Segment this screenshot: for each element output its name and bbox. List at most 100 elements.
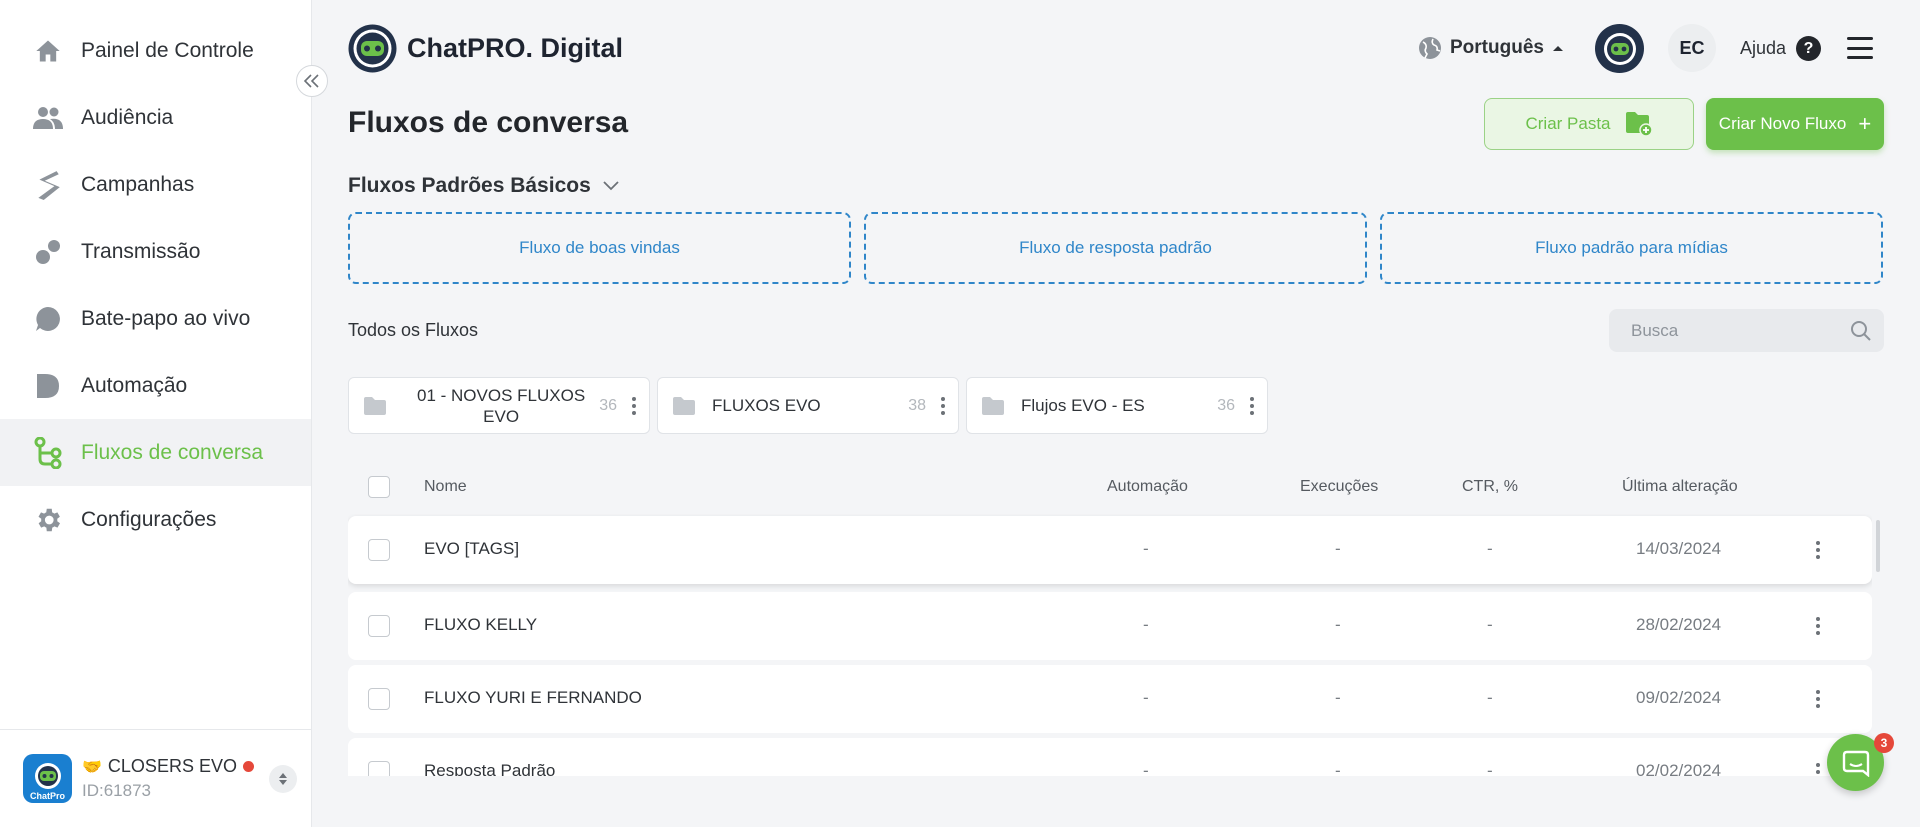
flow-executions: - — [1335, 539, 1341, 558]
sidebar-item-live-chat[interactable]: Bate-papo ao vivo — [0, 285, 311, 352]
folder-plus-icon — [1625, 112, 1653, 137]
plus-icon: + — [1858, 111, 1872, 136]
folder-count: 36 — [599, 396, 617, 414]
table-row[interactable]: FLUXO KELLY - - - 28/02/2024 — [348, 592, 1872, 660]
language-selector[interactable]: Português — [1418, 36, 1564, 60]
flow-name: FLUXO YURI E FERNANDO — [424, 688, 642, 707]
flow-automation: - — [1143, 615, 1149, 634]
column-executions[interactable]: Execuções — [1300, 478, 1378, 496]
flow-ctr: - — [1487, 539, 1493, 558]
column-automation[interactable]: Automação — [1107, 478, 1188, 496]
folder-name: 01 - NOVOS FLUXOS EVO — [417, 385, 586, 426]
more-vertical-icon[interactable] — [1815, 690, 1821, 708]
more-vertical-icon[interactable] — [1249, 396, 1255, 415]
table-row[interactable]: EVO [TAGS] - - - 14/03/2024 — [348, 516, 1872, 584]
help-link[interactable]: Ajuda ? — [1740, 36, 1822, 61]
chevron-up-down-icon[interactable] — [269, 765, 297, 793]
home-icon — [33, 36, 63, 66]
sidebar-item-label: Automação — [81, 373, 188, 397]
menu-icon[interactable] — [1847, 37, 1873, 59]
create-flow-label: Criar Novo Fluxo — [1718, 114, 1847, 133]
sidebar-item-broadcast[interactable]: Transmissão — [0, 218, 311, 285]
users-icon — [33, 103, 63, 133]
basic-flows-toggle[interactable]: Fluxos Padrões Básicos — [348, 174, 619, 198]
more-vertical-icon[interactable] — [940, 396, 946, 415]
more-vertical-icon[interactable] — [1815, 617, 1821, 635]
search-icon — [1851, 321, 1871, 341]
table-row[interactable]: Resposta Padrão - - - 02/02/2024 — [348, 738, 1872, 776]
globe-icon — [1419, 37, 1441, 59]
search-placeholder: Busca — [1631, 320, 1679, 340]
row-checkbox[interactable] — [368, 761, 390, 776]
flow-updated: 14/03/2024 — [1636, 539, 1722, 558]
row-checkbox[interactable] — [368, 688, 390, 710]
flow-name: EVO [TAGS] — [424, 539, 520, 558]
campaign-icon — [33, 170, 63, 200]
folder-card[interactable]: Flujos EVO - ES 36 — [966, 377, 1268, 434]
row-checkbox[interactable] — [368, 615, 390, 637]
folder-card[interactable]: 01 - NOVOS FLUXOS EVO 36 — [348, 377, 650, 434]
sidebar-item-dashboard[interactable]: Painel de Controle — [0, 17, 311, 84]
sidebar-item-settings[interactable]: Configurações — [0, 486, 311, 553]
robot-logo-icon — [348, 24, 397, 73]
automation-icon — [33, 371, 63, 401]
flow-name: Resposta Padrão — [424, 761, 556, 776]
folder-icon — [982, 396, 1004, 415]
notification-badge: 3 — [1874, 733, 1894, 753]
basic-flow-media[interactable]: Fluxo padrão para mídias — [1380, 212, 1883, 284]
search-input[interactable]: Busca — [1609, 309, 1884, 352]
bot-avatar[interactable] — [1595, 24, 1644, 73]
folder-name: FLUXOS EVO — [712, 396, 821, 415]
sidebar-item-label: Painel de Controle — [81, 38, 254, 62]
sidebar-item-label: Configurações — [81, 507, 217, 531]
user-avatar[interactable]: EC — [1668, 24, 1716, 72]
app-logo[interactable]: ChatPRO. Digital — [348, 24, 623, 73]
more-vertical-icon[interactable] — [631, 396, 637, 415]
account-switcher[interactable]: ChatPro 🤝 CLOSERS EVO ID:61873 — [0, 729, 311, 827]
account-name: CLOSERS EVO — [107, 756, 237, 776]
help-label: Ajuda — [1740, 38, 1787, 58]
chat-icon — [1842, 750, 1869, 777]
create-flow-button[interactable]: Criar Novo Fluxo + — [1706, 98, 1884, 150]
column-name[interactable]: Nome — [424, 478, 467, 496]
sidebar-item-audience[interactable]: Audiência — [0, 84, 311, 151]
double-chevron-left-icon — [303, 74, 319, 88]
table-header: Nome Automação Execuções CTR, % Última a… — [348, 476, 1872, 500]
column-ctr[interactable]: CTR, % — [1462, 478, 1518, 496]
flow-ctr: - — [1487, 615, 1493, 634]
account-id: ID:61873 — [82, 781, 151, 800]
basic-flows-heading: Fluxos Padrões Básicos — [348, 174, 591, 197]
column-last-modified[interactable]: Última alteração — [1622, 478, 1738, 496]
more-vertical-icon[interactable] — [1815, 763, 1821, 776]
folder-card[interactable]: FLUXOS EVO 38 — [657, 377, 959, 434]
flow-icon — [33, 436, 63, 469]
sidebar-item-label: Fluxos de conversa — [81, 440, 264, 464]
basic-flow-welcome[interactable]: Fluxo de boas vindas — [348, 212, 851, 284]
folder-icon — [364, 396, 386, 415]
account-avatar-text: ChatPro — [29, 791, 65, 801]
flow-updated: 09/02/2024 — [1636, 688, 1722, 707]
folder-count: 36 — [1217, 396, 1235, 414]
sidebar-item-campaigns[interactable]: Campanhas — [0, 151, 311, 218]
row-checkbox[interactable] — [368, 539, 390, 561]
sidebar-item-label: Audiência — [81, 105, 174, 129]
basic-flow-default-reply[interactable]: Fluxo de resposta padrão — [864, 212, 1367, 284]
create-folder-button[interactable]: Criar Pasta — [1484, 98, 1694, 150]
folder-count: 38 — [908, 396, 926, 414]
select-all-checkbox[interactable] — [368, 476, 390, 498]
flow-executions: - — [1335, 615, 1341, 634]
flow-executions: - — [1335, 761, 1341, 776]
status-dot — [242, 761, 254, 772]
table-scrollbar[interactable] — [1876, 520, 1880, 572]
sidebar-item-automation[interactable]: Automação — [0, 352, 311, 419]
collapse-sidebar-button[interactable] — [296, 65, 328, 97]
table-row[interactable]: FLUXO YURI E FERNANDO - - - 09/02/2024 — [348, 665, 1872, 733]
more-vertical-icon[interactable] — [1815, 541, 1821, 559]
flow-executions: - — [1335, 688, 1341, 707]
folder-icon — [673, 396, 695, 415]
flow-name: FLUXO KELLY — [424, 615, 538, 634]
flow-updated: 28/02/2024 — [1636, 615, 1722, 634]
flow-ctr: - — [1487, 688, 1493, 707]
caret-up-icon — [1552, 46, 1563, 51]
sidebar-item-conversation-flows[interactable]: Fluxos de conversa — [0, 419, 311, 486]
